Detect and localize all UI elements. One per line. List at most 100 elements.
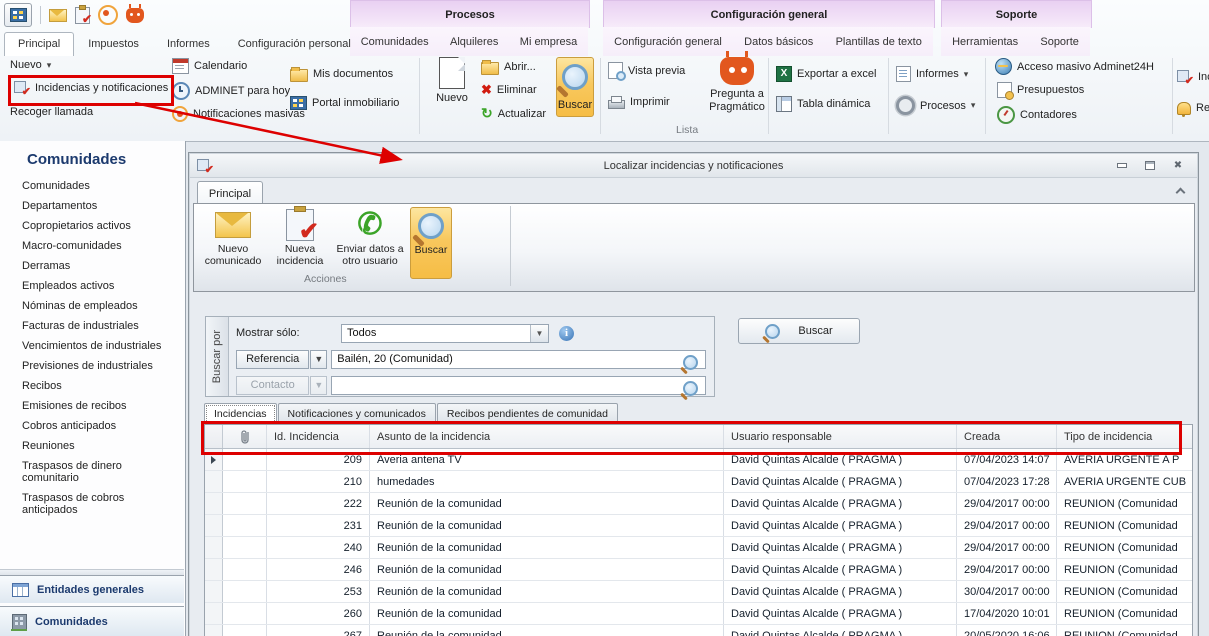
- sidebar-item[interactable]: Traspasos de dinero comunitario: [0, 456, 185, 488]
- collapse-ribbon-icon[interactable]: [1176, 187, 1184, 195]
- table-row[interactable]: 260 Reunión de la comunidad David Quintas …: [205, 603, 1192, 625]
- col-creada[interactable]: Creada: [957, 425, 1057, 448]
- search-icon[interactable]: [683, 354, 699, 370]
- dialog-tab-principal[interactable]: Principal: [197, 181, 263, 205]
- tab-alquileres[interactable]: Alquileres: [444, 32, 504, 52]
- incidencias-cut-button[interactable]: Inci: [1177, 70, 1209, 87]
- row-selector[interactable]: [205, 581, 223, 602]
- restore-button[interactable]: [1139, 158, 1161, 173]
- nuevo-menu-button[interactable]: Nuevo ▾: [10, 59, 51, 71]
- sidebar-item[interactable]: Comunidades: [0, 176, 185, 196]
- nav-entidades-generales[interactable]: Entidades generales: [0, 575, 184, 603]
- nav-comunidades[interactable]: Comunidades: [0, 606, 184, 636]
- nueva-incidencia-button[interactable]: Nueva incidencia: [270, 206, 330, 267]
- procesos-menu-button[interactable]: Procesos ▾: [896, 96, 975, 115]
- sidebar-item[interactable]: Macro-comunidades: [0, 236, 185, 256]
- sidebar-item[interactable]: Vencimientos de industriales: [0, 336, 185, 356]
- enviar-datos-button[interactable]: ✆ Enviar datos a otro usuario: [332, 207, 408, 268]
- tab-informes[interactable]: Informes: [153, 32, 224, 56]
- col-asunto[interactable]: Asunto de la incidencia: [370, 425, 724, 448]
- tab-plantillas-texto[interactable]: Plantillas de texto: [830, 32, 928, 52]
- dialog-titlebar[interactable]: Localizar incidencias y notificaciones ✖: [190, 154, 1197, 178]
- row-selector[interactable]: [205, 515, 223, 536]
- revisiones-cut-button[interactable]: Rev: [1177, 100, 1209, 117]
- attachment-column-header[interactable]: [223, 425, 267, 448]
- table-row[interactable]: 240 Reunión de la comunidad David Quintas …: [205, 537, 1192, 559]
- tab-comunidades[interactable]: Comunidades: [355, 32, 435, 52]
- actualizar-button[interactable]: ↻ Actualizar: [481, 106, 546, 120]
- informes-menu-button[interactable]: Informes ▾: [896, 66, 968, 82]
- incidencias-icon[interactable]: [75, 4, 92, 26]
- exportar-excel-button[interactable]: X Exportar a excel: [776, 66, 876, 82]
- acceso-masivo-button[interactable]: Acceso masivo Adminet24H: [995, 58, 1154, 75]
- tab-soporte[interactable]: Soporte: [1034, 32, 1085, 52]
- contacto-button[interactable]: Contacto: [236, 375, 310, 395]
- tab-herramientas[interactable]: Herramientas: [946, 32, 1024, 52]
- mis-documentos-button[interactable]: Mis documentos: [290, 66, 393, 82]
- table-row[interactable]: 231 Reunión de la comunidad David Quintas …: [205, 515, 1192, 537]
- row-selector[interactable]: [205, 625, 223, 636]
- sidebar-item[interactable]: Copropietarios activos: [0, 216, 185, 236]
- row-selector[interactable]: [205, 493, 223, 514]
- minimize-button[interactable]: [1111, 158, 1133, 173]
- abrir-button[interactable]: Abrir...: [481, 59, 536, 75]
- tab-mi-empresa[interactable]: Mi empresa: [514, 32, 583, 52]
- sidebar-item[interactable]: Derramas: [0, 256, 185, 276]
- table-row[interactable]: 246 Reunión de la comunidad David Quintas …: [205, 559, 1192, 581]
- vista-previa-button[interactable]: Vista previa: [608, 62, 685, 81]
- sidebar-item[interactable]: Nóminas de empleados: [0, 296, 185, 316]
- sidebar-item[interactable]: Facturas de industriales: [0, 316, 185, 336]
- sidebar-item[interactable]: Reuniones: [0, 436, 185, 456]
- tab-principal[interactable]: Principal: [4, 32, 75, 56]
- sidebar-item[interactable]: Cobros anticipados: [0, 416, 185, 436]
- recoger-llamada-button[interactable]: Recoger llamada: [10, 106, 93, 118]
- mostrar-solo-select[interactable]: Todos ▼: [341, 323, 549, 343]
- sidebar-item[interactable]: Empleados activos: [0, 276, 185, 296]
- row-selector[interactable]: [205, 559, 223, 580]
- row-selector[interactable]: [205, 471, 223, 492]
- robot-icon[interactable]: [126, 3, 144, 23]
- referencia-dropdown-button[interactable]: ▼: [310, 349, 328, 369]
- table-row[interactable]: 222 Reunión de la comunidad David Quintas …: [205, 493, 1192, 515]
- col-tipo[interactable]: Tipo de incidencia: [1057, 425, 1192, 448]
- col-id-incidencia[interactable]: Id. Incidencia: [267, 425, 370, 448]
- row-selector[interactable]: [205, 537, 223, 558]
- pregunta-pragmatico-button[interactable]: Pregunta a Pragmático: [700, 51, 774, 119]
- sidebar-item[interactable]: Previsiones de industriales: [0, 356, 185, 376]
- presupuestos-button[interactable]: Presupuestos: [997, 82, 1084, 100]
- referencia-button[interactable]: Referencia: [236, 349, 310, 369]
- imprimir-button[interactable]: Imprimir: [608, 94, 670, 109]
- tab-configuracion-personal[interactable]: Configuración personal: [224, 32, 365, 56]
- table-row[interactable]: 209 Averia antena TV David Quintas Alcalde…: [205, 449, 1192, 471]
- adminet-hoy-button[interactable]: ADMINET para hoy: [172, 82, 290, 100]
- contadores-button[interactable]: Contadores: [997, 106, 1077, 124]
- sidebar-item[interactable]: Recibos: [0, 376, 185, 396]
- close-button[interactable]: ✖: [1167, 158, 1189, 173]
- nuevo-button[interactable]: Nuevo: [428, 57, 476, 117]
- table-row[interactable]: 267 Reunión de la comunidad David Quintas …: [205, 625, 1192, 636]
- dialog-buscar-button[interactable]: Buscar: [410, 207, 452, 279]
- search-icon[interactable]: [683, 380, 699, 396]
- tab-incidencias[interactable]: Incidencias: [204, 403, 277, 425]
- mail-icon[interactable]: [49, 8, 67, 22]
- tabla-dinamica-button[interactable]: Tabla dinámica: [776, 96, 870, 112]
- tab-recibos-pendientes[interactable]: Recibos pendientes de comunidad: [436, 403, 618, 425]
- contacto-dropdown-button[interactable]: ▼: [310, 375, 328, 395]
- calendario-button[interactable]: Calendario: [172, 58, 247, 74]
- referencia-input[interactable]: Bailén, 20 (Comunidad): [331, 349, 707, 370]
- app-menu-button[interactable]: [4, 3, 32, 27]
- broadcast-icon[interactable]: [98, 5, 118, 25]
- col-usuario[interactable]: Usuario responsable: [724, 425, 957, 448]
- tab-datos-basicos[interactable]: Datos básicos: [738, 32, 819, 52]
- row-selector[interactable]: [205, 449, 223, 470]
- tab-configuracion-general[interactable]: Configuración general: [608, 32, 728, 52]
- tab-impuestos[interactable]: Impuestos: [74, 32, 153, 56]
- tab-notificaciones-comunicados[interactable]: Notificaciones y comunicados: [277, 403, 436, 425]
- sidebar-item[interactable]: Traspasos de cobros anticipados: [0, 488, 185, 520]
- buscar-button[interactable]: Buscar: [556, 57, 594, 117]
- table-row[interactable]: 210 humedades David Quintas Alcalde ( PRAG…: [205, 471, 1192, 493]
- eliminar-button[interactable]: ✖ Eliminar: [481, 83, 537, 96]
- contacto-input[interactable]: [331, 375, 707, 396]
- buscar-por-tab[interactable]: Buscar por: [206, 317, 229, 396]
- notificaciones-masivas-button[interactable]: Notificaciones masivas: [172, 106, 305, 122]
